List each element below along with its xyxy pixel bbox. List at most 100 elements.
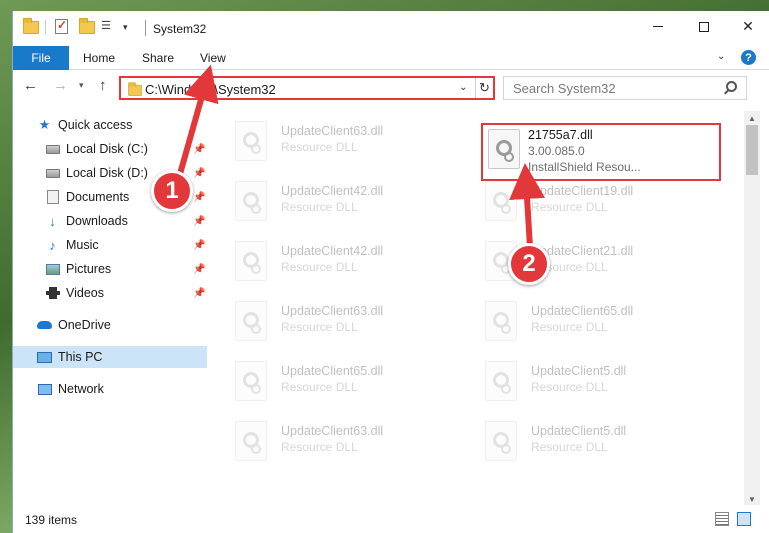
tab-share[interactable]: Share — [142, 46, 174, 70]
folder-icon[interactable] — [23, 18, 39, 35]
folder-icon — [128, 82, 142, 96]
pin-icon[interactable]: 📌 — [193, 288, 205, 299]
sidebar-item-local-disk-c[interactable]: Local Disk (C:) 📌 — [13, 138, 207, 160]
file-tile[interactable]: UpdateClient5.dll Resource DLL — [467, 355, 703, 411]
sidebar-item-music[interactable]: ♪ Music 📌 — [13, 234, 207, 256]
file-tile[interactable]: UpdateClient65.dll Resource DLL — [467, 295, 703, 351]
address-path[interactable]: C:\Windows\System32 — [145, 82, 276, 97]
file-type: Resource DLL — [531, 440, 608, 454]
navigation-bar: ← → ▾ ↑ C:\Windows\System32 ⌄ ↻ Search S… — [13, 71, 769, 103]
file-type: Resource DLL — [281, 140, 358, 154]
file-tile[interactable]: UpdateClient42.dll Resource DLL — [217, 175, 453, 231]
chevron-down-icon[interactable]: ⌄ — [717, 51, 725, 62]
back-arrow-icon[interactable]: ← — [23, 77, 38, 94]
search-input[interactable]: Search System32 — [503, 76, 747, 100]
sidebar-item-videos[interactable]: Videos 📌 — [13, 282, 207, 304]
maximize-icon — [699, 21, 709, 32]
dll-file-icon — [235, 421, 267, 461]
large-icons-view-icon[interactable] — [737, 512, 751, 526]
documents-icon — [45, 190, 60, 205]
file-name: UpdateClient63.dll — [281, 424, 384, 438]
sidebar-item-label: Downloads — [66, 214, 128, 228]
status-bar: 139 items — [13, 505, 769, 533]
dll-file-icon — [485, 181, 517, 221]
tab-view[interactable]: View — [200, 46, 226, 70]
sidebar-item-this-pc[interactable]: This PC — [13, 346, 207, 368]
minimize-button[interactable] — [635, 11, 681, 42]
file-list: UpdateClient63.dll Resource DLL UpdateCl… — [217, 111, 741, 501]
dll-file-icon — [235, 121, 267, 161]
file-name: UpdateClient42.dll — [281, 184, 384, 198]
file-tile[interactable]: UpdateClient63.dll Resource DLL — [217, 415, 453, 471]
sidebar-item-downloads[interactable]: ↓ Downloads 📌 — [13, 210, 207, 232]
file-tile[interactable]: UpdateClient19.dll Resource DLL — [467, 175, 703, 231]
file-type: Resource DLL — [281, 320, 358, 334]
file-type: Resource DLL — [281, 200, 358, 214]
chevron-down-icon[interactable]: ⌄ — [459, 82, 467, 93]
file-name: UpdateClient5.dll — [531, 424, 627, 438]
quick-access-dropdown[interactable]: ▾ — [123, 22, 139, 38]
tab-home[interactable]: Home — [83, 46, 115, 70]
scroll-thumb[interactable] — [746, 125, 758, 175]
tab-file[interactable]: File — [13, 46, 69, 70]
scroll-up-icon[interactable]: ▲ — [748, 114, 756, 123]
dll-file-icon — [485, 301, 517, 341]
help-icon[interactable]: ? — [741, 50, 756, 65]
refresh-icon[interactable]: ↻ — [475, 78, 493, 98]
file-name: UpdateClient65.dll — [281, 364, 384, 378]
file-name: UpdateClient63.dll — [281, 124, 384, 138]
pictures-icon — [45, 262, 60, 277]
videos-icon — [45, 286, 60, 301]
file-tile[interactable]: UpdateClient63.dll Resource DLL — [217, 115, 453, 171]
dll-file-icon — [485, 361, 517, 401]
file-tile[interactable]: UpdateClient65.dll Resource DLL — [217, 355, 453, 411]
file-name: 21755a7.dll — [528, 128, 593, 142]
network-icon — [37, 382, 52, 397]
file-description: InstallShield Resou... — [528, 160, 641, 174]
dll-file-icon — [488, 129, 520, 169]
pin-icon[interactable]: 📌 — [193, 168, 205, 179]
details-view-icon[interactable] — [715, 512, 729, 526]
sidebar-item-label: This PC — [58, 350, 103, 364]
forward-arrow-icon[interactable]: → — [53, 77, 68, 94]
recent-locations-icon[interactable]: ▾ — [79, 80, 84, 91]
new-folder-icon[interactable] — [79, 18, 95, 35]
pin-icon[interactable]: 📌 — [193, 240, 205, 251]
pin-icon[interactable]: 📌 — [193, 264, 205, 275]
properties-icon[interactable] — [55, 18, 71, 35]
dll-file-icon — [235, 241, 267, 281]
file-tile[interactable]: UpdateClient42.dll Resource DLL — [217, 235, 453, 291]
search-icon[interactable] — [726, 81, 737, 92]
minimize-icon — [653, 26, 663, 27]
pin-icon[interactable]: 📌 — [193, 216, 205, 227]
sidebar-item-quick-access[interactable]: ★ Quick access — [13, 114, 207, 136]
sidebar-item-onedrive[interactable]: OneDrive — [13, 314, 207, 336]
up-arrow-icon[interactable]: ↑ — [99, 77, 107, 94]
sidebar-item-label: Videos — [66, 286, 104, 300]
pin-icon[interactable]: 📌 — [193, 192, 205, 203]
close-icon: ✕ — [742, 18, 754, 34]
address-bar[interactable]: C:\Windows\System32 ⌄ ↻ — [119, 76, 495, 100]
file-type: Resource DLL — [531, 320, 608, 334]
highlighted-dll-file[interactable]: 21755a7.dll 3.00.085.0 InstallShield Res… — [481, 123, 721, 181]
customize-toolbar-icon[interactable]: ☰ — [101, 19, 117, 35]
ribbon-tabs: File Home Share View ⌄ ? — [13, 46, 769, 70]
close-button[interactable]: ✕ — [725, 11, 769, 42]
file-tile[interactable]: UpdateClient63.dll Resource DLL — [217, 295, 453, 351]
disk-icon — [45, 142, 60, 157]
pin-icon[interactable]: 📌 — [193, 144, 205, 155]
title-separator — [145, 20, 146, 36]
file-tile[interactable]: UpdateClient5.dll Resource DLL — [467, 415, 703, 471]
maximize-button[interactable] — [681, 11, 727, 42]
dll-file-icon — [235, 181, 267, 221]
sidebar-item-pictures[interactable]: Pictures 📌 — [13, 258, 207, 280]
sidebar-item-label: Documents — [66, 190, 130, 204]
vertical-scrollbar[interactable]: ▲ ▼ — [744, 111, 760, 507]
file-tile[interactable]: UpdateClient21.dll Resource DLL — [467, 235, 703, 291]
sidebar-item-label: Local Disk (D:) — [66, 166, 148, 180]
file-type: Resource DLL — [281, 380, 358, 394]
sidebar-item-network[interactable]: Network — [13, 378, 207, 400]
file-explorer-window: ☰ ▾ System32 ✕ File Home Share View ⌄ ? … — [12, 11, 769, 533]
scroll-down-icon[interactable]: ▼ — [748, 495, 756, 504]
file-name: UpdateClient42.dll — [281, 244, 384, 258]
